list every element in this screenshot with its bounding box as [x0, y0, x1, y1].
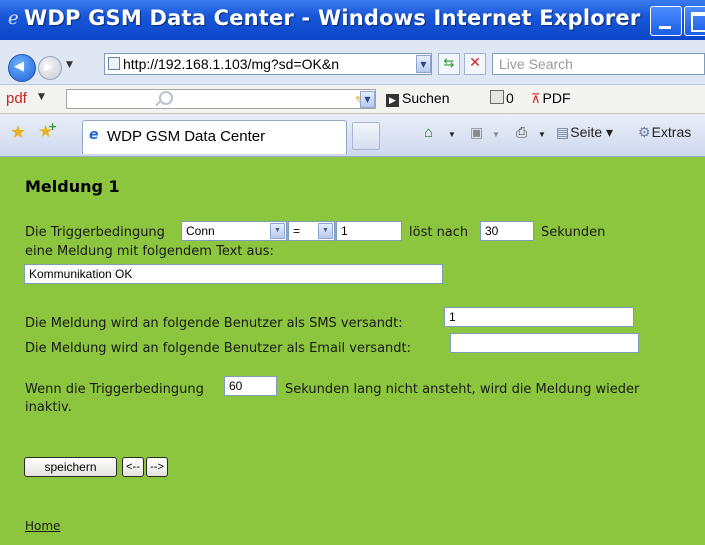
email-label: Die Meldung wird an folgende Benutzer al… [25, 341, 412, 356]
address-url: http://192.168.1.103/mg?sd=OK&n [123, 56, 339, 72]
arrow-icon: ▶ [386, 94, 399, 107]
inactive-label-b: Sekunden lang nicht ansteht, wird die Me… [285, 382, 640, 397]
home-dropdown-icon[interactable]: ▼ [448, 130, 456, 139]
pdf-search-dropdown-icon[interactable]: ▼ [360, 91, 375, 108]
count-label: 0 [506, 90, 514, 106]
pdf-icon: ⊼ [531, 91, 541, 106]
trigger-select-value: Conn [186, 224, 215, 238]
inactive-seconds-input[interactable]: 60 [224, 376, 277, 396]
add-favorites-icon[interactable]: ★ [38, 120, 58, 142]
document-icon [490, 90, 504, 104]
live-search-input[interactable]: Live Search [492, 53, 705, 75]
pdf-button-label: PDF [542, 90, 571, 106]
magnifier-icon [159, 91, 173, 105]
trigger-value-input[interactable]: 1 [336, 221, 402, 241]
count-button[interactable]: 0 [490, 90, 514, 106]
suchen-button[interactable]: ▶ Suchen [386, 90, 449, 107]
trigger-select[interactable]: Conn ▼ [181, 221, 287, 241]
chevron-down-icon: ▼ [318, 223, 333, 239]
suchen-label: Suchen [402, 90, 450, 106]
email-recipients-input[interactable] [450, 333, 639, 353]
sekunden-label: Sekunden [541, 225, 606, 240]
ie-icon: ℯ [8, 8, 19, 29]
print-dropdown-icon[interactable]: ▼ [538, 130, 546, 139]
pdf-dropdown-icon[interactable]: ▼ [38, 92, 45, 102]
favorites-star-icon[interactable]: ★ [10, 122, 26, 143]
seite-menu[interactable]: ▤Seite ▾ [556, 124, 613, 141]
title-bar: ℯ WDP GSM Data Center - Windows Internet… [0, 0, 705, 40]
feed-dropdown-icon[interactable]: ▼ [492, 130, 500, 139]
history-dropdown-icon[interactable]: ▼ [66, 60, 73, 70]
address-dropdown-icon[interactable]: ▼ [416, 55, 431, 73]
minimize-button[interactable] [650, 6, 682, 36]
save-button[interactable]: speichern [24, 457, 117, 477]
print-icon[interactable]: ⎙ [516, 124, 527, 141]
stop-button[interactable]: ✕ [464, 53, 486, 75]
extras-label: Extras [651, 124, 692, 140]
extras-menu[interactable]: ⚙Extras [638, 124, 691, 141]
message-intro-label: eine Meldung mit folgendem Text aus: [25, 244, 274, 259]
trigger-label: Die Triggerbedingung [25, 225, 165, 240]
seite-label: Seite [570, 124, 603, 140]
home-link[interactable]: Home [25, 519, 60, 533]
pdf-label[interactable]: pdf [6, 90, 27, 107]
home-icon[interactable]: ⌂ [424, 124, 433, 141]
maximize-button[interactable] [684, 6, 705, 36]
back-button[interactable] [8, 54, 36, 82]
inactive-label-c: inaktiv. [25, 400, 72, 415]
forward-button[interactable] [38, 56, 62, 80]
pdf-search-input[interactable]: ✎ [66, 89, 376, 109]
message-text-input[interactable]: Kommunikation OK [24, 264, 443, 284]
ie-tab-icon: e [89, 127, 99, 143]
page-icon: ▤ [556, 124, 570, 140]
address-input[interactable]: http://192.168.1.103/mg?sd=OK&n [104, 53, 432, 75]
next-button[interactable]: --> [146, 457, 168, 477]
tab-wdp-gsm[interactable]: e WDP GSM Data Center [82, 120, 347, 154]
pdf-button[interactable]: ⊼ PDF [531, 90, 571, 107]
window-title: WDP GSM Data Center - Windows Internet E… [24, 6, 641, 30]
sms-label: Die Meldung wird an folgende Benutzer al… [25, 316, 403, 331]
chevron-down-icon: ▼ [270, 223, 285, 239]
inactive-label-a: Wenn die Triggerbedingung [25, 382, 204, 397]
new-tab-button[interactable] [352, 122, 380, 150]
gear-icon: ⚙ [638, 124, 651, 140]
tab-label: WDP GSM Data Center [107, 128, 266, 145]
operator-select-value: = [293, 224, 301, 238]
page-icon [108, 57, 120, 70]
operator-select[interactable]: = ▼ [288, 221, 335, 241]
refresh-button[interactable]: ⇆ [438, 53, 460, 75]
prev-button[interactable]: <-- [122, 457, 144, 477]
sms-recipients-input[interactable]: 1 [444, 307, 634, 327]
page-title: Meldung 1 [25, 177, 120, 196]
delay-input[interactable]: 30 [480, 221, 534, 241]
feed-icon[interactable]: ▣ [470, 124, 483, 141]
loest-nach-label: löst nach [409, 225, 469, 240]
